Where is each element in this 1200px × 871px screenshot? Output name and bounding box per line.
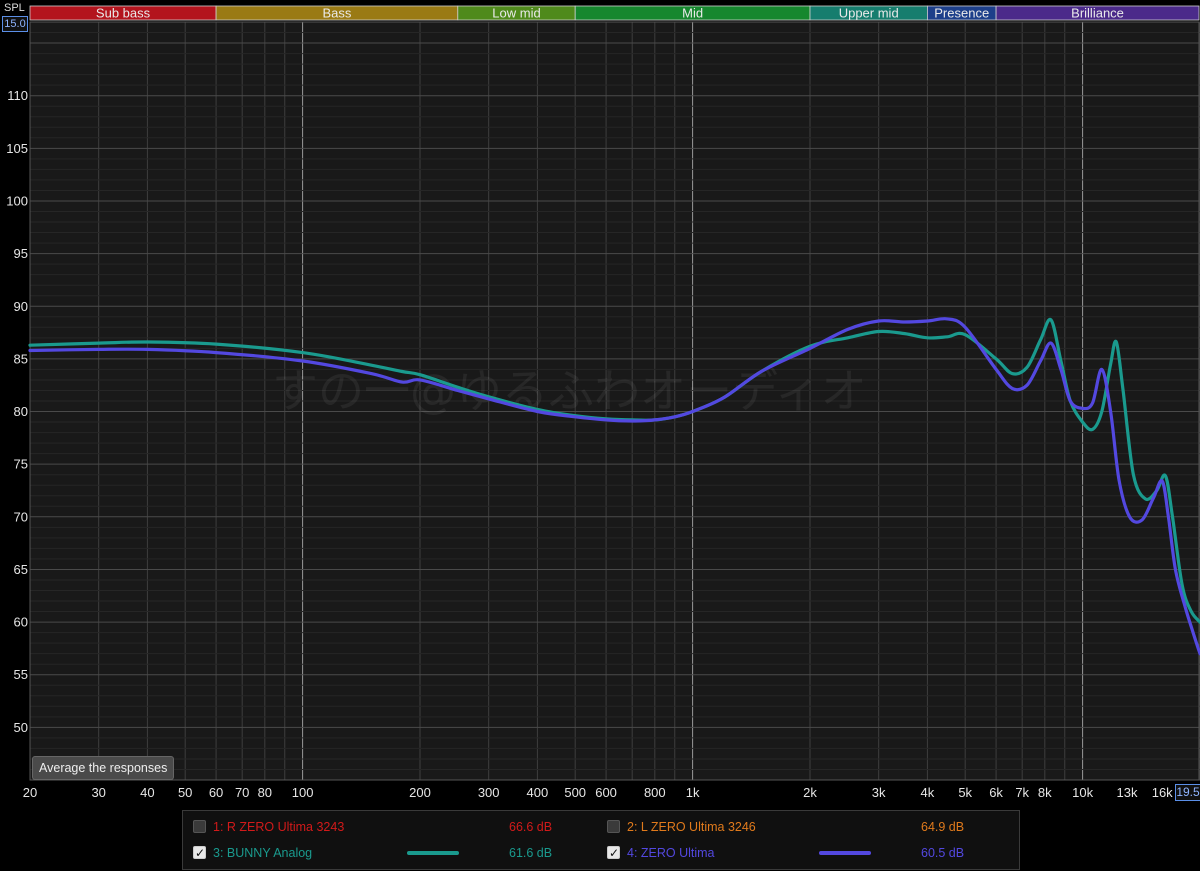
x-tick-label: 80 [258, 785, 272, 800]
legend-item-1[interactable]: 1: R ZERO Ultima 3243 66.6 dB [193, 816, 593, 838]
y-tick-label: 85 [14, 351, 28, 366]
x-tick-label: 600 [595, 785, 617, 800]
x-tick-label: 20 [23, 785, 37, 800]
legend-label-3: 3: BUNNY Analog [213, 846, 313, 860]
x-tick-label: 3k [872, 785, 886, 800]
legend-value-1: 66.6 dB [509, 820, 553, 834]
legend-panel: 1: R ZERO Ultima 3243 66.6 dB 2: L ZERO … [182, 810, 1020, 870]
band-label: Sub bass [96, 6, 151, 21]
x-tick-label: 10k [1072, 785, 1093, 800]
x-tick-label: 70 [235, 785, 249, 800]
y-axis-top-value[interactable]: 15.0 [2, 16, 28, 32]
band-label: Mid [682, 6, 703, 21]
y-tick-label: 55 [14, 667, 28, 682]
y-tick-label: 60 [14, 615, 28, 630]
y-tick-label: 75 [14, 457, 28, 472]
frequency-band-bar: Sub bass Bass Low mid Mid Upper mid Presence B… [29, 6, 1200, 21]
frequency-response-chart: Sub bass Bass Low mid Mid Upper mid Presence B… [6, 6, 1200, 800]
x-tick-label: 16k [1152, 785, 1173, 800]
x-tick-label: 400 [527, 785, 549, 800]
x-tick-label: 40 [140, 785, 154, 800]
legend-checkbox-3[interactable] [193, 842, 206, 864]
x-tick-label: 13k [1117, 785, 1138, 800]
legend-swatch-3 [407, 851, 459, 855]
y-tick-label: 100 [6, 193, 28, 208]
x-tick-label: 50 [178, 785, 192, 800]
spl-axis-label: SPL [4, 2, 25, 14]
y-tick-label: 80 [14, 404, 28, 419]
x-tick-label: 5k [958, 785, 972, 800]
x-tick-label: 100 [292, 785, 314, 800]
x-axis-ticks: 20 30 40 50 60 70 80 100 200 300 400 500 600 800 1k 2k 3… [23, 785, 1173, 800]
x-tick-label: 1k [686, 785, 700, 800]
legend-label-2: 2: L ZERO Ultima 3246 [627, 820, 756, 834]
x-tick-label: 500 [564, 785, 586, 800]
legend-checkbox-4[interactable] [607, 842, 620, 864]
legend-value-2: 64.9 dB [921, 820, 965, 834]
legend-checkbox-2[interactable] [607, 820, 620, 833]
x-tick-label: 4k [921, 785, 935, 800]
band-label: Upper mid [839, 6, 899, 21]
y-tick-label: 65 [14, 562, 28, 577]
x-tick-label: 7k [1015, 785, 1029, 800]
band-label: Bass [322, 6, 351, 21]
band-label: Low mid [492, 6, 540, 21]
legend-item-3[interactable]: 3: BUNNY Analog 61.6 dB [193, 842, 593, 864]
band-label: Brilliance [1071, 6, 1124, 21]
legend-value-4: 60.5 dB [921, 846, 965, 860]
band-label: Presence [934, 6, 989, 21]
x-tick-label: 8k [1038, 785, 1052, 800]
y-axis-ticks: 50 55 60 65 70 75 80 85 90 95 100 105 110 [6, 88, 28, 735]
x-tick-label: 6k [989, 785, 1003, 800]
legend-item-4[interactable]: 4: ZERO Ultima 60.5 dB [607, 842, 1007, 864]
legend-swatch-4 [819, 851, 871, 855]
legend-label-4: 4: ZERO Ultima [627, 846, 715, 860]
y-tick-label: 105 [6, 141, 28, 156]
legend-checkbox-1[interactable] [193, 820, 206, 833]
legend-value-3: 61.6 dB [509, 846, 553, 860]
x-tick-label: 60 [209, 785, 223, 800]
x-tick-label: 2k [803, 785, 817, 800]
x-tick-label: 200 [409, 785, 431, 800]
y-tick-label: 70 [14, 509, 28, 524]
y-tick-label: 90 [14, 299, 28, 314]
x-axis-end-value[interactable]: 19.5 [1175, 784, 1200, 801]
y-tick-label: 95 [14, 246, 28, 261]
legend-label-1: 1: R ZERO Ultima 3243 [213, 820, 345, 834]
x-tick-label: 300 [478, 785, 500, 800]
y-tick-label: 50 [14, 720, 28, 735]
x-tick-label: 800 [644, 785, 666, 800]
x-tick-label: 30 [91, 785, 105, 800]
y-tick-label: 110 [7, 88, 28, 103]
average-responses-button[interactable]: Average the responses [32, 756, 175, 780]
legend-item-2[interactable]: 2: L ZERO Ultima 3246 64.9 dB [607, 816, 1007, 838]
